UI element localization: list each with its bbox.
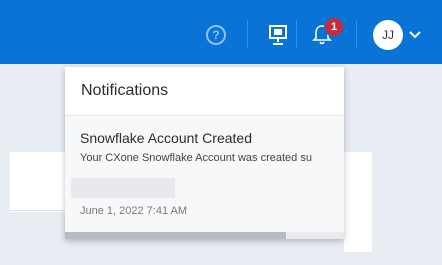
notifications-title: Notifications xyxy=(65,67,344,116)
divider xyxy=(247,20,248,48)
presentation-icon[interactable] xyxy=(268,24,288,46)
notification-body: Your CXone Snowflake Account was created… xyxy=(80,152,312,164)
notification-timestamp: June 1, 2022 7:41 AM xyxy=(80,205,188,217)
user-avatar[interactable]: JJ xyxy=(373,20,403,50)
divider xyxy=(10,210,72,211)
divider xyxy=(356,20,357,48)
top-navigation-bar: ? 1 JJ xyxy=(0,0,442,64)
notifications-popup: Notifications Snowflake Account Created … xyxy=(65,67,344,239)
background-panel xyxy=(344,152,372,252)
scrollbar-thumb[interactable] xyxy=(65,232,286,239)
divider xyxy=(296,20,297,48)
horizontal-scrollbar[interactable] xyxy=(65,232,344,239)
help-icon[interactable]: ? xyxy=(206,25,226,45)
notification-title: Snowflake Account Created xyxy=(80,130,252,146)
chevron-down-icon[interactable] xyxy=(408,30,422,40)
notification-item[interactable]: Snowflake Account Created Your CXone Sno… xyxy=(65,116,344,232)
notification-count-badge: 1 xyxy=(324,17,344,37)
help-glyph: ? xyxy=(212,28,220,42)
background-panel xyxy=(10,152,72,212)
redacted-block xyxy=(71,178,175,198)
